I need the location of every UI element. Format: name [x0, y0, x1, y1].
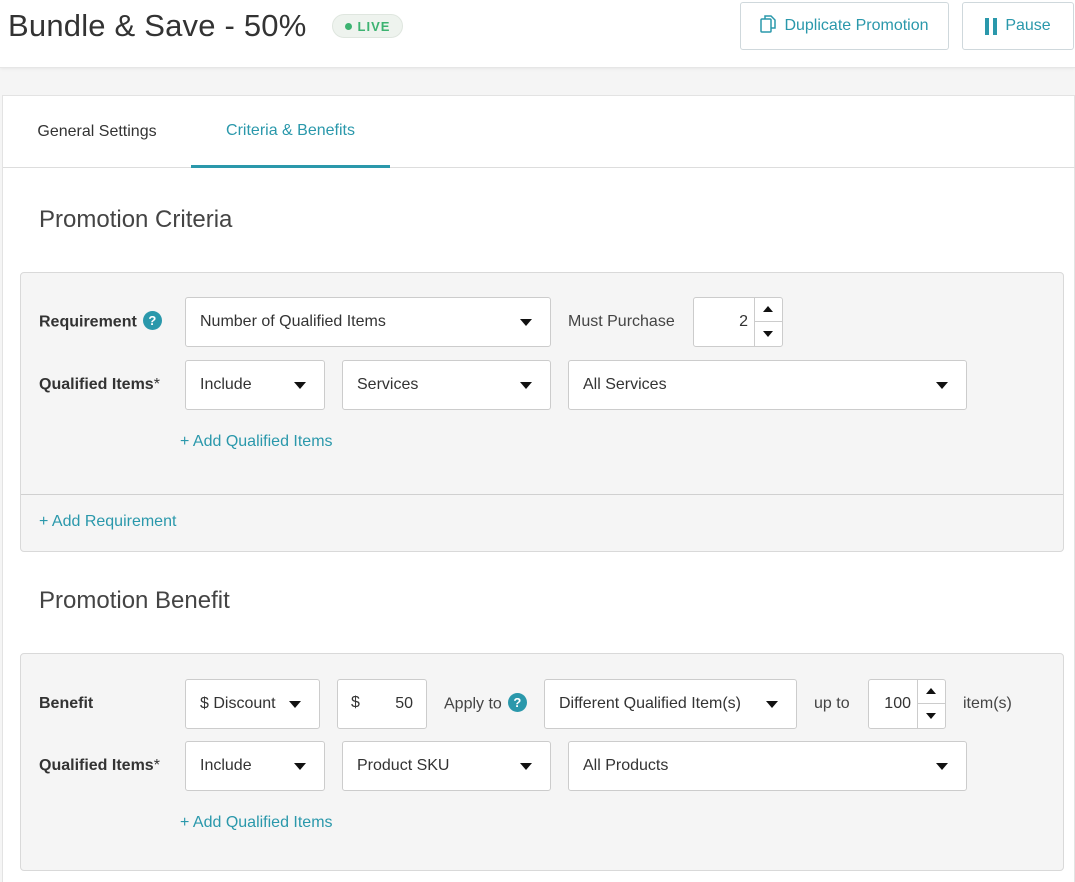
- add-requirement-link[interactable]: + Add Requirement: [39, 513, 176, 531]
- up-to-value[interactable]: 100: [869, 680, 911, 728]
- apply-to-label: Apply to?: [444, 693, 527, 714]
- divider: [21, 494, 1063, 495]
- chevron-down-icon: [766, 701, 778, 708]
- chevron-down-icon: [294, 763, 306, 770]
- item-type-value: Services: [357, 376, 419, 393]
- must-purchase-label: Must Purchase: [568, 313, 675, 330]
- add-qualified-items-link[interactable]: + Add Qualified Items: [180, 433, 333, 451]
- up-to-label: up to: [814, 695, 850, 712]
- benefit-items-select[interactable]: All Products: [568, 741, 967, 791]
- apply-to-select[interactable]: Different Qualified Item(s): [544, 679, 797, 729]
- benefit-add-qualified-items-link[interactable]: + Add Qualified Items: [180, 814, 333, 832]
- benefit-type-select[interactable]: $ Discount: [185, 679, 320, 729]
- pause-label: Pause: [1005, 17, 1051, 34]
- chevron-down-icon: [294, 382, 306, 389]
- tab-bar: General Settings Criteria & Benefits: [3, 96, 1075, 168]
- duplicate-promotion-label: Duplicate Promotion: [784, 17, 929, 34]
- benefit-type-value: $ Discount: [200, 695, 276, 712]
- caret-down-icon: [926, 713, 936, 719]
- benefit-items-value: All Products: [583, 757, 669, 774]
- criteria-panel: Requirement? Number of Qualified Items M…: [20, 272, 1064, 552]
- help-icon[interactable]: ?: [142, 311, 162, 330]
- tab-criteria-benefits[interactable]: Criteria & Benefits: [191, 96, 390, 168]
- up-to-stepper[interactable]: 100: [868, 679, 946, 729]
- criteria-section-title: Promotion Criteria: [39, 206, 233, 233]
- caret-down-icon: [763, 331, 773, 337]
- items-select[interactable]: All Services: [568, 360, 967, 410]
- live-dot-icon: [344, 22, 352, 30]
- increment-button[interactable]: [755, 298, 782, 322]
- benefit-item-type-select[interactable]: Product SKU: [342, 741, 551, 791]
- chevron-down-icon: [936, 382, 948, 389]
- chevron-down-icon: [520, 763, 532, 770]
- discount-amount-input[interactable]: $ 50: [337, 679, 427, 729]
- promotion-card: General Settings Criteria & Benefits Pro…: [2, 95, 1075, 882]
- currency-symbol: $: [351, 694, 360, 711]
- stepper-buttons: [754, 298, 782, 346]
- chevron-down-icon: [936, 763, 948, 770]
- items-value: All Services: [583, 376, 667, 393]
- benefit-qualified-items-label: Qualified Items*: [39, 757, 160, 774]
- copy-icon: [760, 14, 777, 38]
- discount-amount-value: 50: [395, 695, 413, 712]
- include-value: Include: [200, 376, 252, 393]
- benefit-section-title: Promotion Benefit: [39, 587, 230, 614]
- decrement-button[interactable]: [918, 704, 945, 728]
- status-badge-label: LIVE: [357, 18, 391, 34]
- chevron-down-icon: [520, 382, 532, 389]
- benefit-panel: Benefit $ Discount $ 50 Apply to? Differ…: [20, 653, 1064, 871]
- increment-button[interactable]: [918, 680, 945, 704]
- benefit-include-select[interactable]: Include: [185, 741, 325, 791]
- item-type-select[interactable]: Services: [342, 360, 551, 410]
- requirement-type-value: Number of Qualified Items: [200, 313, 386, 330]
- pause-button[interactable]: Pause: [962, 2, 1074, 50]
- help-icon[interactable]: ?: [507, 693, 527, 712]
- chevron-down-icon: [289, 701, 301, 708]
- requirement-label: Requirement?: [39, 311, 162, 332]
- apply-to-value: Different Qualified Item(s): [559, 695, 741, 712]
- duplicate-promotion-button[interactable]: Duplicate Promotion: [740, 2, 949, 50]
- items-suffix-label: item(s): [963, 695, 1012, 712]
- requirement-type-select[interactable]: Number of Qualified Items: [185, 297, 551, 347]
- stepper-buttons: [917, 680, 945, 728]
- must-purchase-value[interactable]: 2: [694, 298, 748, 346]
- status-badge: LIVE: [332, 14, 403, 38]
- benefit-include-value: Include: [200, 757, 252, 774]
- page-title: Bundle & Save - 50%: [8, 8, 307, 43]
- decrement-button[interactable]: [755, 322, 782, 346]
- qualified-items-label: Qualified Items*: [39, 376, 160, 393]
- caret-up-icon: [763, 306, 773, 312]
- tab-general-settings[interactable]: General Settings: [3, 96, 191, 168]
- pause-icon: [985, 17, 998, 35]
- top-bar: Bundle & Save - 50% LIVE Duplicate Promo…: [0, 0, 1075, 68]
- include-select[interactable]: Include: [185, 360, 325, 410]
- benefit-item-type-value: Product SKU: [357, 757, 450, 774]
- caret-up-icon: [926, 688, 936, 694]
- must-purchase-stepper[interactable]: 2: [693, 297, 783, 347]
- benefit-label: Benefit: [39, 695, 94, 712]
- chevron-down-icon: [520, 319, 532, 326]
